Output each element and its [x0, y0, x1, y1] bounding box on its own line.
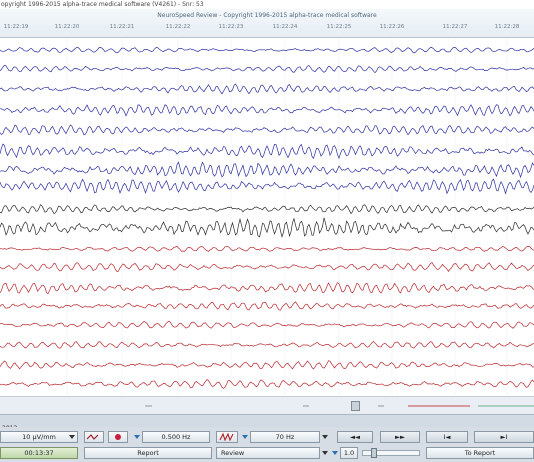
time-ruler: 11:22:19 11:22:20 11:22:21 11:22:22 11:2…	[0, 24, 534, 32]
eeg-channel-trace	[0, 64, 534, 74]
notch-button[interactable]	[216, 431, 238, 443]
to-report-button[interactable]: To Report	[426, 447, 534, 459]
high-filter-down-icon[interactable]	[242, 435, 248, 439]
eeg-channel-trace	[0, 161, 534, 179]
trace-header: NeuroSpeed Review - Copyright 1996-2015 …	[0, 9, 534, 38]
sensitivity-select[interactable]: 10 µV/mm	[0, 431, 78, 443]
jump-end-button[interactable]: ►I	[474, 431, 534, 443]
eeg-channel-trace	[0, 301, 534, 311]
scrollbar-markers	[145, 405, 534, 407]
eeg-trace-area[interactable]	[0, 38, 534, 396]
mode-value: Review	[221, 449, 245, 457]
eeg-channel-trace	[0, 178, 534, 195]
eeg-channel-trace	[0, 282, 534, 295]
eeg-channel-trace	[0, 320, 534, 329]
report-label: Report	[137, 449, 159, 457]
time-label: 11:22:23	[218, 24, 244, 30]
window-title: opyright 1996-2015 alpha-trace medical s…	[1, 1, 204, 8]
time-label: 11:22:21	[109, 24, 135, 30]
eeg-traces[interactable]	[0, 38, 534, 396]
elapsed-time-value: 00:13:37	[24, 449, 54, 457]
chevron-down-icon[interactable]	[322, 435, 328, 439]
low-filter-select[interactable]: 0.500 Hz	[142, 431, 210, 443]
header-caption: NeuroSpeed Review - Copyright 1996-2015 …	[157, 12, 377, 19]
time-label: 11:22:26	[379, 24, 405, 30]
skip-start-icon: I◄	[443, 433, 451, 441]
jump-start-button[interactable]: I◄	[426, 431, 468, 443]
eeg-channel-trace	[0, 104, 534, 117]
report-button[interactable]: Report	[84, 447, 212, 459]
eeg-channel-trace	[0, 124, 534, 136]
fast-forward-button[interactable]: ►►	[380, 431, 420, 443]
skip-end-icon: ►I	[500, 433, 508, 441]
to-report-label: To Report	[464, 449, 496, 457]
time-label: 11:22:22	[165, 24, 191, 30]
record-icon	[115, 434, 121, 440]
control-panel: 10 µV/mm 0.500 Hz 70 Hz ◄◄ ►► I◄ ►I 00:1…	[0, 427, 534, 462]
record-button[interactable]	[108, 431, 128, 443]
chevron-down-icon[interactable]	[69, 435, 75, 439]
window-title-bar: opyright 1996-2015 alpha-trace medical s…	[0, 0, 534, 9]
high-filter-select[interactable]: 70 Hz	[250, 431, 320, 443]
speed-value: 1.0	[343, 449, 355, 457]
low-filter-down-icon[interactable]	[134, 435, 140, 439]
rewind-icon: ◄◄	[350, 433, 360, 441]
elapsed-time-display: 00:13:37	[0, 447, 78, 459]
speed-value-box[interactable]: 1.0	[340, 447, 358, 459]
time-label: 11:22:24	[272, 24, 298, 30]
chevron-down-icon[interactable]	[322, 451, 328, 455]
wave-icon	[86, 434, 99, 440]
eeg-channel-trace	[0, 360, 534, 370]
montage-button[interactable]	[84, 431, 104, 443]
eeg-channel-trace	[0, 245, 534, 252]
eeg-channel-trace	[0, 204, 534, 215]
time-label: 11:22:27	[442, 24, 468, 30]
time-label: 11:22:20	[54, 24, 80, 30]
low-filter-value: 0.500 Hz	[161, 433, 191, 441]
eeg-channel-trace	[0, 46, 534, 54]
fast-forward-icon: ►►	[395, 433, 405, 441]
status-strip: 2012	[0, 414, 534, 432]
mode-select[interactable]: Review	[216, 447, 320, 459]
time-scrollbar[interactable]	[0, 396, 534, 415]
sensitivity-value: 10 µV/mm	[22, 433, 56, 441]
time-label: 11:22:28	[494, 24, 520, 30]
eeg-channel-trace	[0, 340, 534, 349]
speed-slider-handle[interactable]	[371, 448, 377, 458]
filter-wave-icon	[219, 432, 234, 442]
time-label: 11:22:25	[326, 24, 352, 30]
speed-down-icon[interactable]	[332, 451, 338, 455]
speed-slider[interactable]	[362, 448, 420, 458]
eeg-channel-trace	[0, 217, 534, 238]
eeg-channel-trace	[0, 143, 534, 160]
eeg-channel-trace	[0, 262, 534, 273]
eeg-channel-trace	[0, 83, 534, 95]
high-filter-value: 70 Hz	[275, 433, 295, 441]
rewind-button[interactable]: ◄◄	[337, 431, 373, 443]
eeg-channel-trace	[0, 379, 534, 389]
time-label: 11:22:19	[3, 24, 29, 30]
